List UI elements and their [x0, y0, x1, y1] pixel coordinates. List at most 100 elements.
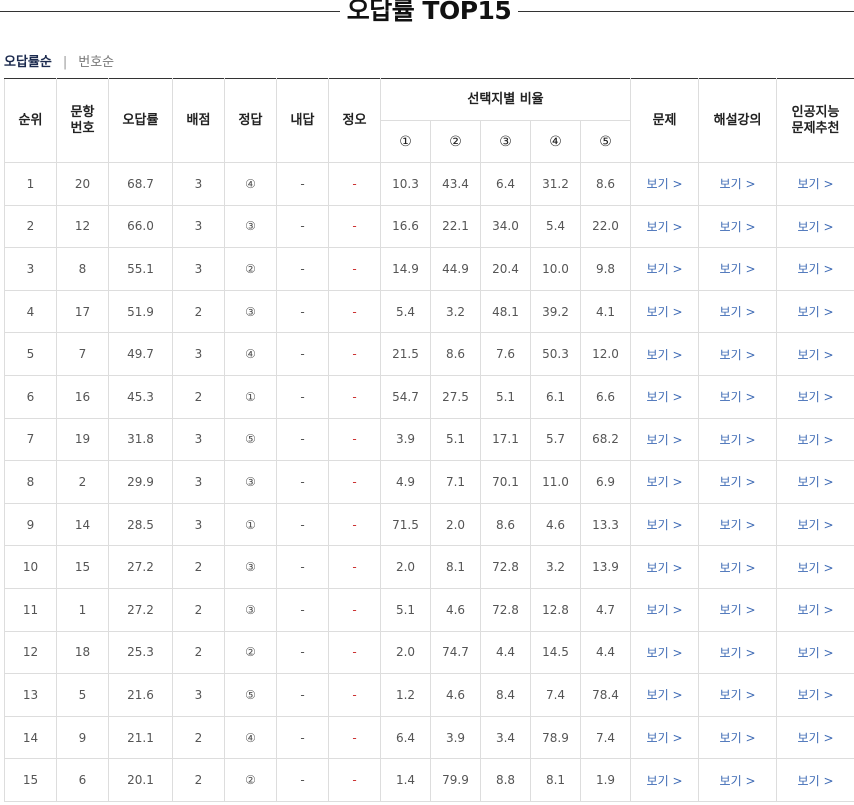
view-problem-link[interactable]: 보기 > — [630, 545, 700, 589]
view-problem-link[interactable]: 보기 > — [630, 374, 700, 419]
view-lecture-link[interactable]: 보기 > — [698, 502, 778, 547]
header-ai-recommend: 인공지능 문제추천 — [776, 78, 854, 163]
view-problem-link[interactable]: 보기 > — [630, 502, 700, 547]
choice-3-ratio-cell: 8.6 — [480, 502, 531, 547]
points-cell: 2 — [172, 374, 225, 419]
header-choice-1: ① — [380, 120, 431, 163]
title-bar: 오답률 TOP15 — [0, 0, 854, 26]
view-problem-link[interactable]: 보기 > — [630, 247, 700, 291]
choice-1-ratio-cell: 14.9 — [380, 247, 431, 291]
answer-cell: ① — [224, 374, 277, 419]
table-row: 4 17 51.9 2 ③ - -5.4 3.2 48.1 39.2 4.1 보기 > 보기 > 보기 > — [4, 289, 854, 334]
view-lecture-link[interactable]: 보기 > — [698, 758, 778, 802]
choice-4-ratio-cell: 10.0 — [530, 247, 581, 291]
header-ai-line2: 문제추천 — [791, 120, 840, 136]
sort-by-number-tab[interactable]: 번호순 — [78, 54, 114, 72]
view-ai-recommend-link[interactable]: 보기 > — [776, 460, 854, 504]
my-answer-cell: - — [276, 758, 329, 802]
rank-cell: 9 — [4, 502, 57, 547]
view-lecture-link[interactable]: 보기 > — [698, 460, 778, 504]
question-no-cell: 12 — [56, 204, 109, 249]
view-ai-recommend-link[interactable]: 보기 > — [776, 162, 854, 206]
choice-5-ratio-cell: 4.1 — [579, 289, 632, 334]
answer-cell: ③ — [224, 545, 277, 589]
view-lecture-link[interactable]: 보기 > — [698, 247, 778, 291]
view-problem-link[interactable]: 보기 > — [630, 289, 700, 334]
view-problem-link[interactable]: 보기 > — [630, 162, 700, 206]
view-lecture-link[interactable]: 보기 > — [698, 417, 778, 462]
view-ai-recommend-link[interactable]: 보기 > — [776, 374, 854, 419]
choice-3-ratio-cell: 48.1 — [480, 289, 531, 334]
choice-4-ratio-cell: 5.7 — [530, 417, 581, 462]
choice-1-ratio-cell: 1.2 — [380, 673, 431, 717]
question-no-cell: 8 — [56, 247, 109, 291]
view-lecture-link[interactable]: 보기 > — [698, 715, 778, 760]
correct-wrong-cell: - — [328, 502, 381, 547]
view-problem-link[interactable]: 보기 > — [630, 758, 700, 802]
view-problem-link[interactable]: 보기 > — [630, 673, 700, 717]
view-problem-link[interactable]: 보기 > — [630, 715, 700, 760]
points-cell: 3 — [172, 417, 225, 462]
view-problem-link[interactable]: 보기 > — [630, 460, 700, 504]
correct-wrong-cell: - — [328, 545, 381, 589]
rank-cell: 4 — [4, 289, 57, 334]
view-lecture-link[interactable]: 보기 > — [698, 587, 778, 632]
view-ai-recommend-link[interactable]: 보기 > — [776, 758, 854, 802]
view-problem-link[interactable]: 보기 > — [630, 204, 700, 249]
my-answer-cell: - — [276, 162, 329, 206]
choice-1-ratio-cell: 21.5 — [380, 332, 431, 376]
view-lecture-link[interactable]: 보기 > — [698, 545, 778, 589]
table-row: 11 1 27.2 2 ③ - -5.1 4.6 72.8 12.8 4.7 보기 > 보기 > 보기 > — [4, 587, 854, 632]
view-problem-link[interactable]: 보기 > — [630, 630, 700, 675]
choice-4-ratio-cell: 78.9 — [530, 715, 581, 760]
view-lecture-link[interactable]: 보기 > — [698, 289, 778, 334]
question-no-cell: 9 — [56, 715, 109, 760]
rank-cell: 7 — [4, 417, 57, 462]
view-lecture-link[interactable]: 보기 > — [698, 332, 778, 376]
rank-cell: 13 — [4, 673, 57, 717]
view-ai-recommend-link[interactable]: 보기 > — [776, 673, 854, 717]
choice-2-ratio-cell: 3.2 — [430, 289, 481, 334]
choice-3-ratio-cell: 5.1 — [480, 374, 531, 419]
view-ai-recommend-link[interactable]: 보기 > — [776, 204, 854, 249]
view-problem-link[interactable]: 보기 > — [630, 587, 700, 632]
choice-2-ratio-cell: 22.1 — [430, 204, 481, 249]
view-ai-recommend-link[interactable]: 보기 > — [776, 289, 854, 334]
view-ai-recommend-link[interactable]: 보기 > — [776, 247, 854, 291]
correct-wrong-cell: - — [328, 417, 381, 462]
view-lecture-link[interactable]: 보기 > — [698, 204, 778, 249]
choice-1-ratio-cell: 16.6 — [380, 204, 431, 249]
points-cell: 3 — [172, 673, 225, 717]
view-ai-recommend-link[interactable]: 보기 > — [776, 332, 854, 376]
view-lecture-link[interactable]: 보기 > — [698, 630, 778, 675]
view-lecture-link[interactable]: 보기 > — [698, 673, 778, 717]
view-ai-recommend-link[interactable]: 보기 > — [776, 502, 854, 547]
my-answer-cell: - — [276, 289, 329, 334]
view-ai-recommend-link[interactable]: 보기 > — [776, 587, 854, 632]
my-answer-cell: - — [276, 545, 329, 589]
view-ai-recommend-link[interactable]: 보기 > — [776, 417, 854, 462]
choice-1-ratio-cell: 71.5 — [380, 502, 431, 547]
table-row: 12 18 25.3 2 ② - -2.0 74.7 4.4 14.5 4.4 보기 > 보기 > 보기 … — [4, 630, 854, 675]
choice-1-ratio-cell: 5.4 — [380, 289, 431, 334]
header-choice-2: ② — [430, 120, 481, 163]
choice-2-ratio-cell: 5.1 — [430, 417, 481, 462]
points-cell: 3 — [172, 332, 225, 376]
view-problem-link[interactable]: 보기 > — [630, 417, 700, 462]
choice-4-ratio-cell: 6.1 — [530, 374, 581, 419]
view-problem-link[interactable]: 보기 > — [630, 332, 700, 376]
choice-5-ratio-cell: 12.0 — [579, 332, 632, 376]
view-lecture-link[interactable]: 보기 > — [698, 374, 778, 419]
view-lecture-link[interactable]: 보기 > — [698, 162, 778, 206]
view-ai-recommend-link[interactable]: 보기 > — [776, 630, 854, 675]
table-row: 5 7 49.7 3 ④ - -21.5 8.6 7.6 50.3 12.0 보기 > 보기 > 보기 > — [4, 332, 854, 376]
choice-5-ratio-cell: 4.4 — [579, 630, 632, 675]
sort-by-error-rate-tab[interactable]: 오답률순 — [4, 54, 52, 72]
choice-3-ratio-cell: 20.4 — [480, 247, 531, 291]
question-no-cell: 2 — [56, 460, 109, 504]
question-no-cell: 17 — [56, 289, 109, 334]
view-ai-recommend-link[interactable]: 보기 > — [776, 545, 854, 589]
view-ai-recommend-link[interactable]: 보기 > — [776, 715, 854, 760]
header-lecture: 해설강의 — [698, 78, 778, 163]
points-cell: 3 — [172, 162, 225, 206]
